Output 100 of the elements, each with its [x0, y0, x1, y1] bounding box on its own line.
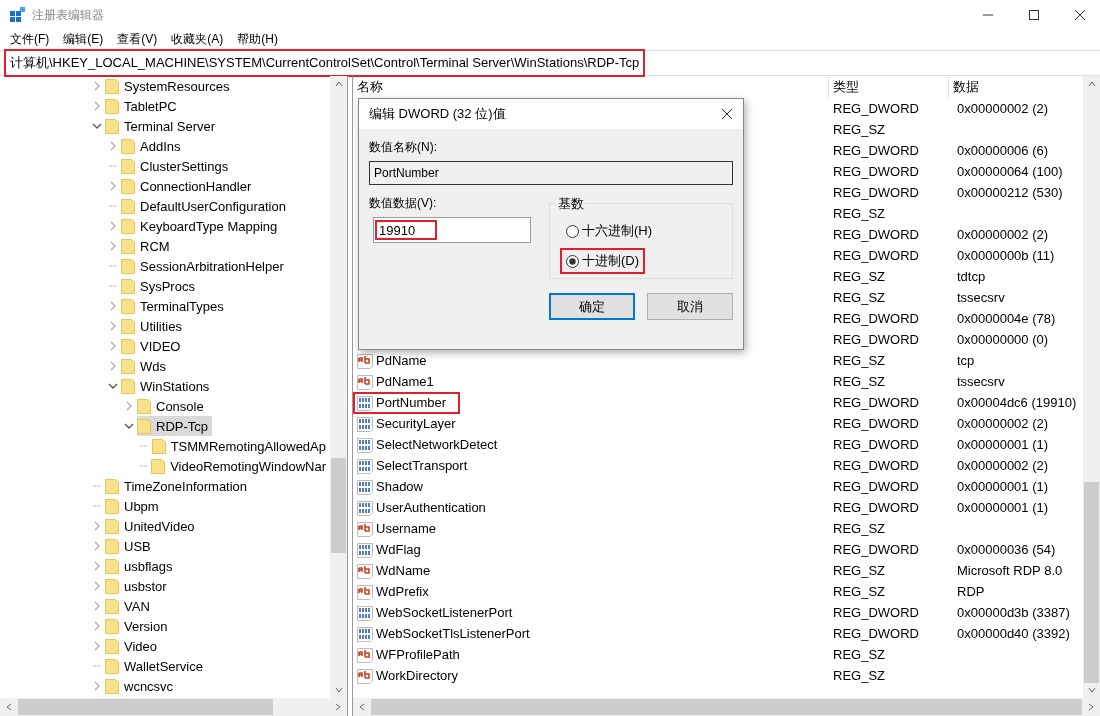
- expanded-chevron-icon[interactable]: [124, 422, 134, 430]
- scroll-right-icon[interactable]: [1088, 703, 1094, 711]
- collapsed-chevron-icon[interactable]: [93, 541, 101, 551]
- tree-item[interactable]: TabletPC: [105, 96, 181, 116]
- scroll-left-icon[interactable]: [6, 703, 12, 711]
- scrollbar-thumb[interactable]: [18, 699, 273, 715]
- close-icon[interactable]: [721, 108, 733, 120]
- collapsed-chevron-icon[interactable]: [109, 141, 117, 151]
- radio-icon[interactable]: [566, 254, 579, 268]
- tree-item[interactable]: SessionArbitrationHelper: [121, 256, 288, 276]
- horizontal-scrollbar[interactable]: [353, 698, 1100, 716]
- collapsed-chevron-icon[interactable]: [93, 601, 101, 611]
- tree-item[interactable]: Terminal Server: [105, 116, 220, 136]
- menu-item[interactable]: 帮助(H): [237, 30, 278, 48]
- collapsed-chevron-icon[interactable]: [93, 681, 101, 691]
- tree-item[interactable]: ConnectionHandler: [121, 176, 256, 196]
- collapsed-chevron-icon[interactable]: [93, 641, 101, 651]
- address-bar[interactable]: 计算机\HKEY_LOCAL_MACHINE\SYSTEM\CurrentControlSet\Control\Terminal Server\WinStations\RDP-Tcp: [0, 50, 1100, 76]
- tree-item[interactable]: RDP-Tcp: [137, 416, 212, 436]
- tree-item[interactable]: VideoRemotingWindowNar: [151, 456, 330, 476]
- tree-item[interactable]: Video: [105, 636, 161, 656]
- radio-icon[interactable]: [566, 224, 579, 238]
- scroll-down-icon[interactable]: [1087, 687, 1096, 693]
- collapsed-chevron-icon[interactable]: [93, 521, 101, 531]
- collapsed-chevron-icon[interactable]: [109, 301, 117, 311]
- tree-item[interactable]: Version: [105, 616, 172, 636]
- tree-item[interactable]: TerminalTypes: [121, 296, 228, 316]
- tree-item[interactable]: ClusterSettings: [121, 156, 233, 176]
- value-name[interactable]: WorkDirectory: [353, 664, 463, 687]
- tree-item[interactable]: RCM: [121, 236, 174, 256]
- value-name[interactable]: UserAuthentication: [353, 496, 490, 519]
- tree-item[interactable]: VIDEO: [121, 336, 185, 356]
- menu-item[interactable]: 文件(F): [10, 30, 50, 48]
- tree-item[interactable]: wcncsvc: [105, 676, 178, 696]
- collapsed-chevron-icon[interactable]: [93, 561, 101, 571]
- value-name[interactable]: PdName: [353, 349, 431, 372]
- scrollbar-thumb[interactable]: [371, 699, 1082, 715]
- expanded-chevron-icon[interactable]: [92, 122, 102, 130]
- value-name[interactable]: Shadow: [353, 475, 427, 498]
- value-name[interactable]: PortNumber: [353, 391, 461, 414]
- value-name[interactable]: PdName1: [353, 370, 438, 393]
- expanded-chevron-icon[interactable]: [108, 382, 118, 390]
- menu-item[interactable]: 查看(V): [117, 30, 158, 48]
- vertical-scrollbar[interactable]: [1083, 76, 1100, 698]
- value-name[interactable]: SecurityLayer: [353, 412, 460, 435]
- menu-item[interactable]: 收藏夹(A): [171, 30, 224, 48]
- collapsed-chevron-icon[interactable]: [109, 241, 117, 251]
- value-name-field[interactable]: PortNumber: [369, 161, 733, 185]
- tree-item[interactable]: TSMMRemotingAllowedAp: [151, 436, 330, 456]
- tree-item[interactable]: USB: [105, 536, 155, 556]
- scroll-up-icon[interactable]: [1087, 81, 1096, 87]
- collapsed-chevron-icon[interactable]: [93, 621, 101, 631]
- collapsed-chevron-icon[interactable]: [93, 101, 101, 111]
- column-header[interactable]: 数据: [949, 76, 979, 98]
- tree-item[interactable]: KeyboardType Mapping: [121, 216, 282, 236]
- horizontal-scrollbar[interactable]: [0, 698, 347, 716]
- scroll-right-icon[interactable]: [335, 703, 341, 711]
- value-name[interactable]: WdName: [353, 559, 435, 582]
- dialog-button[interactable]: 取消: [647, 293, 733, 320]
- value-name[interactable]: WebSocketTlsListenerPort: [353, 622, 534, 645]
- tree-item[interactable]: UnitedVideo: [105, 516, 199, 536]
- tree-item[interactable]: WalletService: [105, 656, 207, 676]
- collapsed-chevron-icon[interactable]: [109, 181, 117, 191]
- collapsed-chevron-icon[interactable]: [109, 321, 117, 331]
- radio-option[interactable]: 十进制(D): [560, 248, 646, 274]
- dialog-button[interactable]: 确定: [549, 293, 635, 320]
- collapsed-chevron-icon[interactable]: [109, 221, 117, 231]
- value-name[interactable]: WFProfilePath: [353, 643, 464, 666]
- tree-item[interactable]: VAN: [105, 596, 154, 616]
- tree-item[interactable]: WinStations: [121, 376, 214, 396]
- scrollbar-thumb[interactable]: [1084, 481, 1099, 683]
- vertical-scrollbar[interactable]: [330, 76, 347, 698]
- collapsed-chevron-icon[interactable]: [125, 401, 133, 411]
- tree-item[interactable]: usbflags: [105, 556, 177, 576]
- scrollbar-thumb[interactable]: [331, 458, 346, 553]
- close-icon[interactable]: [1074, 9, 1086, 21]
- tree-item[interactable]: Utilities: [121, 316, 186, 336]
- collapsed-chevron-icon[interactable]: [109, 341, 117, 351]
- value-name[interactable]: WebSocketListenerPort: [353, 601, 517, 624]
- tree-item[interactable]: usbstor: [105, 576, 171, 596]
- value-name[interactable]: WdPrefix: [353, 580, 433, 603]
- menu-item[interactable]: 编辑(E): [63, 30, 104, 48]
- value-name[interactable]: SelectTransport: [353, 454, 472, 477]
- value-name[interactable]: WdFlag: [353, 538, 425, 561]
- value-data-field[interactable]: 19910: [373, 217, 531, 243]
- column-header[interactable]: 类型: [829, 76, 949, 98]
- tree-item[interactable]: SystemResources: [105, 76, 234, 96]
- radio-option[interactable]: 十六进制(H): [560, 218, 659, 244]
- value-name[interactable]: SelectNetworkDetect: [353, 433, 502, 456]
- scroll-up-icon[interactable]: [334, 81, 343, 87]
- collapsed-chevron-icon[interactable]: [93, 81, 101, 91]
- tree-item[interactable]: DefaultUserConfiguration: [121, 196, 290, 216]
- maximize-icon[interactable]: [1028, 9, 1040, 21]
- collapsed-chevron-icon[interactable]: [109, 361, 117, 371]
- tree-item[interactable]: AddIns: [121, 136, 185, 156]
- value-name[interactable]: Username: [353, 517, 440, 540]
- tree-item[interactable]: Ubpm: [105, 496, 163, 516]
- tree-item[interactable]: TimeZoneInformation: [105, 476, 252, 496]
- tree-item[interactable]: SysProcs: [121, 276, 199, 296]
- tree-item[interactable]: Console: [137, 396, 208, 416]
